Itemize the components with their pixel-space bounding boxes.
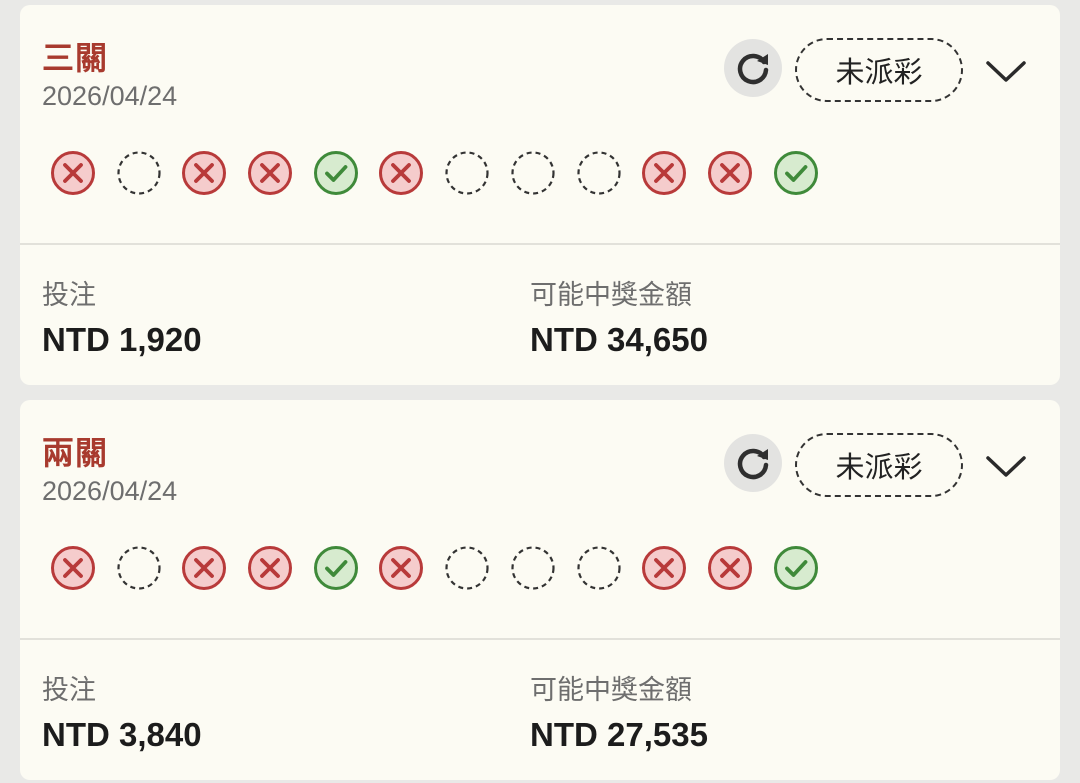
lost-x-icon: [248, 151, 293, 195]
pending-dashed-circle-icon: [445, 151, 489, 195]
chevron-down-icon: [986, 61, 1026, 82]
lost-x-icon: [182, 151, 227, 195]
bet-title: 三關: [42, 39, 109, 77]
stake-value: NTD 3,840: [42, 716, 202, 753]
bet-date: 2026/04/24: [42, 476, 178, 506]
bet-card: 兩關 2026/04/24 未派彩 投注 NTD 3,840 可能中獎金額 NT…: [20, 400, 1060, 780]
won-check-icon: [313, 151, 358, 195]
status-badge: 未派彩: [795, 433, 963, 497]
bet-title: 兩關: [42, 434, 109, 472]
pending-dashed-circle-icon: [445, 546, 489, 590]
lost-x-icon: [642, 151, 687, 195]
lost-x-icon: [379, 546, 424, 590]
payout-label: 可能中獎金額: [530, 675, 692, 706]
pending-dashed-circle-icon: [511, 546, 555, 590]
expand-button[interactable]: [982, 442, 1030, 490]
lost-x-icon: [707, 151, 752, 195]
bet-card-header: 兩關 2026/04/24 未派彩: [20, 400, 1060, 638]
pending-dashed-circle-icon: [576, 151, 621, 195]
lost-x-icon: [248, 546, 293, 590]
bet-card-footer: 投注 NTD 1,920 可能中獎金額 NTD 34,650: [20, 245, 1060, 385]
stake-label: 投注: [42, 280, 96, 311]
refresh-button[interactable]: [724, 434, 782, 492]
leg-results: [50, 150, 819, 196]
payout-value: NTD 34,650: [530, 321, 708, 358]
won-check-icon: [773, 151, 818, 195]
payout-label: 可能中獎金額: [530, 280, 692, 311]
refresh-icon: [737, 448, 769, 480]
bet-card-footer: 投注 NTD 3,840 可能中獎金額 NTD 27,535: [20, 640, 1060, 780]
bet-card: 三關 2026/04/24 未派彩 投注 NTD 1,920 可能中獎金額 NT…: [20, 5, 1060, 385]
pending-dashed-circle-icon: [117, 546, 161, 590]
bet-date: 2026/04/24: [42, 81, 178, 111]
expand-button[interactable]: [982, 47, 1030, 95]
lost-x-icon: [642, 546, 687, 590]
status-badge: 未派彩: [795, 38, 963, 102]
lost-x-icon: [379, 151, 424, 195]
won-check-icon: [313, 546, 358, 590]
won-check-icon: [773, 546, 818, 590]
stake-value: NTD 1,920: [42, 321, 202, 358]
lost-x-icon: [51, 546, 95, 590]
refresh-icon: [737, 53, 769, 85]
bet-card-header: 三關 2026/04/24 未派彩: [20, 5, 1060, 243]
refresh-button[interactable]: [724, 39, 782, 97]
lost-x-icon: [51, 151, 95, 195]
chevron-down-icon: [986, 456, 1026, 477]
payout-value: NTD 27,535: [530, 716, 708, 753]
pending-dashed-circle-icon: [117, 151, 161, 195]
pending-dashed-circle-icon: [576, 546, 621, 590]
lost-x-icon: [182, 546, 227, 590]
lost-x-icon: [707, 546, 752, 590]
leg-results: [50, 545, 819, 591]
pending-dashed-circle-icon: [511, 151, 555, 195]
stake-label: 投注: [42, 675, 96, 706]
